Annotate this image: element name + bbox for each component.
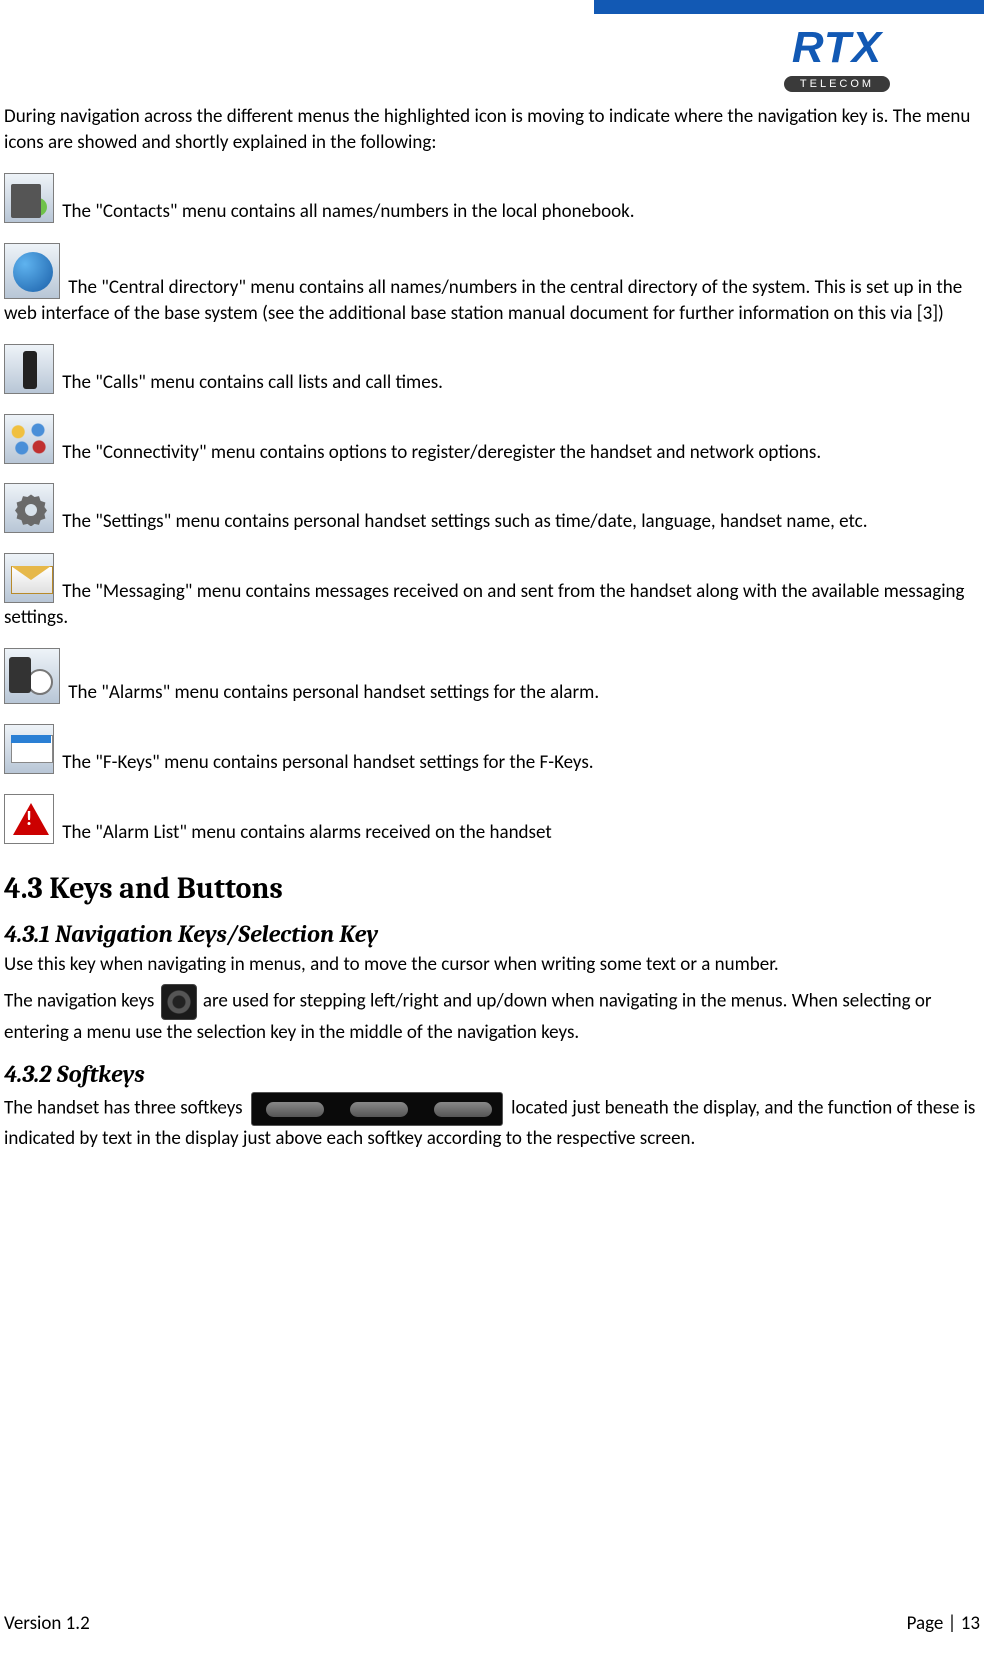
softkey-2-icon: [350, 1102, 408, 1117]
page-number: Page | 13: [907, 1612, 980, 1635]
menu-item-calls: The "Calls" menu contains call lists and…: [4, 344, 980, 396]
heading-4-3: 4.3 Keys and Buttons: [4, 871, 980, 906]
para-431-1: Use this key when navigating in menus, a…: [4, 952, 980, 978]
menu-item-alarms: The "Alarms" menu contains personal hand…: [4, 648, 980, 706]
central-directory-text: The "Central directory" menu contains al…: [4, 276, 962, 325]
mail-icon: [4, 553, 54, 603]
connectivity-text: The "Connectivity" menu contains options…: [62, 441, 821, 464]
softkeys-icon: [251, 1092, 503, 1126]
settings-text: The "Settings" menu contains personal ha…: [62, 510, 867, 533]
connectivity-icon: [4, 414, 54, 464]
para-431-2a: The navigation keys: [4, 990, 159, 1013]
phone-icon: [4, 344, 54, 394]
para-431-2: The navigation keys are used for steppin…: [4, 984, 980, 1046]
alarms-text: The "Alarms" menu contains personal hand…: [68, 681, 599, 704]
softkey-3-icon: [434, 1102, 492, 1117]
intro-paragraph: During navigation across the different m…: [4, 104, 980, 155]
header-accent-bar: [594, 0, 984, 14]
alarm-clock-icon: [4, 648, 60, 704]
menu-item-connectivity: The "Connectivity" menu contains options…: [4, 414, 980, 466]
messaging-text: The "Messaging" menu contains messages r…: [4, 580, 964, 629]
calls-text: The "Calls" menu contains call lists and…: [62, 371, 443, 394]
menu-item-messaging: The "Messaging" menu contains messages r…: [4, 553, 980, 630]
para-432-1a: The handset has three softkeys: [4, 1096, 247, 1119]
globe-icon: [4, 243, 60, 299]
fkeys-icon: [4, 724, 54, 774]
menu-item-settings: The "Settings" menu contains personal ha…: [4, 483, 980, 535]
gear-icon: [4, 483, 54, 533]
logo-text: RTX: [722, 26, 952, 70]
warning-triangle-icon: [4, 794, 54, 844]
page-footer: Version 1.2 Page | 13: [4, 1612, 980, 1635]
navigation-key-icon: [161, 984, 197, 1020]
contacts-text: The "Contacts" menu contains all names/n…: [62, 200, 634, 223]
menu-item-fkeys: The "F-Keys" menu contains personal hand…: [4, 724, 980, 776]
logo: RTX TELECOM: [722, 26, 952, 93]
menu-item-central-directory: The "Central directory" menu contains al…: [4, 243, 980, 326]
softkey-1-icon: [266, 1102, 324, 1117]
document-body: During navigation across the different m…: [4, 104, 980, 1157]
para-432-1: The handset has three softkeys located j…: [4, 1092, 980, 1152]
menu-item-contacts: The "Contacts" menu contains all names/n…: [4, 173, 980, 225]
contacts-icon: [4, 173, 54, 223]
logo-subtext: TELECOM: [784, 76, 890, 92]
heading-4-3-2: 4.3.2 Softkeys: [4, 1060, 980, 1088]
menu-item-alarm-list: The "Alarm List" menu contains alarms re…: [4, 794, 980, 846]
alarm-list-text: The "Alarm List" menu contains alarms re…: [62, 821, 551, 844]
heading-4-3-1: 4.3.1 Navigation Keys/Selection Key: [4, 920, 980, 948]
version-label: Version 1.2: [4, 1612, 90, 1635]
fkeys-text: The "F-Keys" menu contains personal hand…: [62, 751, 593, 774]
